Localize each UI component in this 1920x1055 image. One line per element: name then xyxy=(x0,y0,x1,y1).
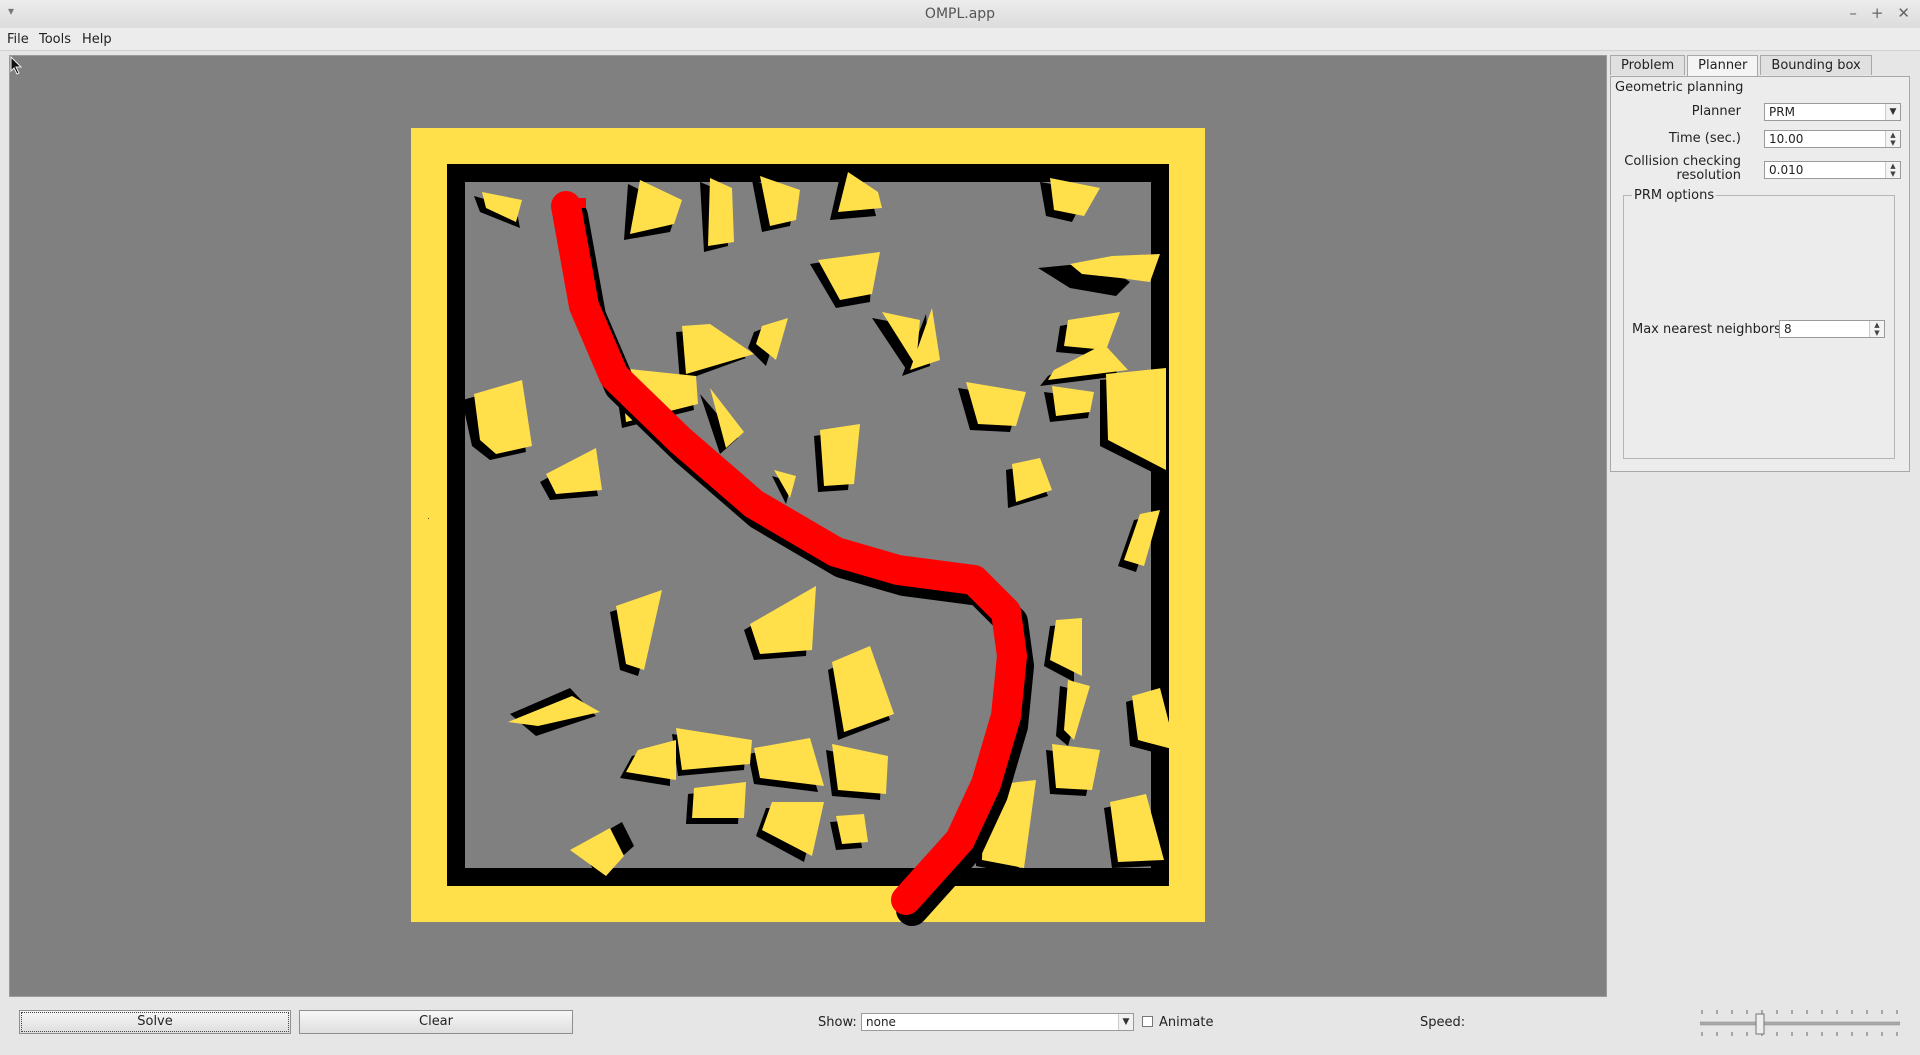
planner-value: PRM xyxy=(1769,105,1795,119)
speed-slider[interactable] xyxy=(1700,1006,1900,1040)
neighbors-label: Max nearest neighbors xyxy=(1632,322,1781,337)
time-label: Time (sec.) xyxy=(1668,131,1741,146)
slider-groove xyxy=(1700,1021,1900,1026)
chevron-down-icon[interactable]: ▼ xyxy=(1885,104,1900,120)
tab-bounding-box[interactable]: Bounding box xyxy=(1760,55,1872,75)
speed-label: Speed: xyxy=(1420,1015,1466,1030)
show-label: Show: xyxy=(818,1015,857,1030)
collision-label-line1: Collision checking xyxy=(1624,154,1741,169)
origin-dot xyxy=(428,518,429,519)
prm-options-title: PRM options xyxy=(1632,188,1717,203)
menu-file[interactable]: File xyxy=(7,32,29,47)
spin-arrows-icon[interactable]: ▲ ▼ xyxy=(1869,321,1884,337)
mouse-cursor-icon xyxy=(10,56,23,75)
scene-canvas[interactable] xyxy=(10,56,1606,996)
planner-select[interactable]: PRM ▼ xyxy=(1764,103,1901,121)
bottom-toolbar: Solve Clear Show: none ▼ Animate Speed: xyxy=(0,1000,1920,1055)
collision-label-line2: resolution xyxy=(1676,168,1741,183)
tab-problem[interactable]: Problem xyxy=(1610,55,1686,75)
planner-tab-pane: Geometric planning Planner PRM ▼ Time (s… xyxy=(1610,76,1910,472)
solve-button[interactable]: Solve xyxy=(19,1010,291,1034)
time-value: 10.00 xyxy=(1769,132,1804,146)
collision-label: Collision checking resolution xyxy=(1624,155,1741,183)
animate-checkbox[interactable] xyxy=(1142,1016,1153,1027)
scene-viewport[interactable] xyxy=(9,55,1607,997)
tab-bar: Problem Planner Bounding box xyxy=(1610,55,1874,77)
neighbors-value: 8 xyxy=(1784,322,1792,336)
show-select[interactable]: none ▼ xyxy=(861,1013,1134,1031)
spin-arrows-icon[interactable]: ▲ ▼ xyxy=(1885,131,1900,147)
show-value: none xyxy=(866,1015,896,1029)
menubar: File Tools Help xyxy=(0,28,1920,51)
tab-planner[interactable]: Planner xyxy=(1687,55,1759,77)
collision-value: 0.010 xyxy=(1769,163,1804,177)
chevron-down-icon[interactable]: ▼ xyxy=(1118,1014,1133,1030)
time-spinbox[interactable]: 10.00 ▲ ▼ xyxy=(1764,130,1901,148)
menu-help[interactable]: Help xyxy=(82,32,112,47)
menu-tools[interactable]: Tools xyxy=(39,32,71,47)
close-icon[interactable]: ✕ xyxy=(1897,4,1910,22)
window-titlebar: ▾ OMPL.app – + ✕ xyxy=(0,0,1920,29)
start-marker xyxy=(566,198,586,208)
animate-label: Animate xyxy=(1159,1015,1214,1030)
planner-label: Planner xyxy=(1691,104,1741,119)
window-title: OMPL.app xyxy=(924,6,996,22)
neighbors-spinbox[interactable]: 8 ▲ ▼ xyxy=(1779,320,1885,338)
geometric-planning-title: Geometric planning xyxy=(1615,80,1744,95)
spin-arrows-icon[interactable]: ▲ ▼ xyxy=(1885,162,1900,178)
collision-resolution-spinbox[interactable]: 0.010 ▲ ▼ xyxy=(1764,161,1901,179)
maximize-icon[interactable]: + xyxy=(1871,4,1884,22)
slider-handle xyxy=(1755,1013,1765,1035)
planner-panel: Problem Planner Bounding box Geometric p… xyxy=(1610,55,1910,475)
prm-options-group: PRM options Max nearest neighbors 8 ▲ ▼ xyxy=(1623,188,1895,459)
minimize-icon[interactable]: – xyxy=(1849,4,1857,22)
clear-button[interactable]: Clear xyxy=(299,1010,573,1034)
